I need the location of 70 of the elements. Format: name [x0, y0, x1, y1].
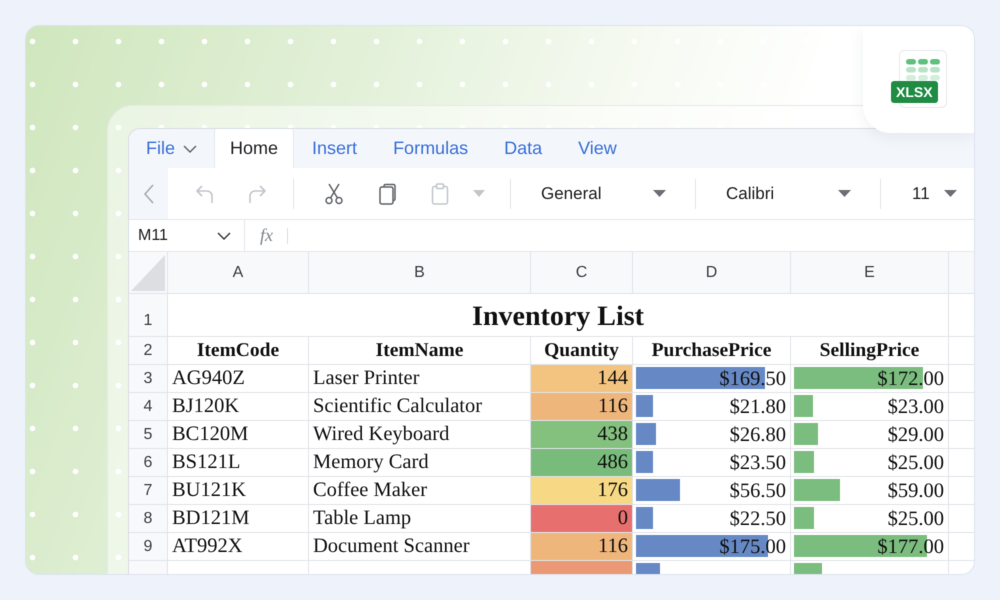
- table-cell: BC120M: [168, 421, 309, 449]
- ribbon-tab[interactable]: Formulas: [375, 129, 486, 168]
- ribbon-tab[interactable]: Insert: [294, 129, 376, 168]
- corner-triangle-icon[interactable]: [131, 255, 165, 291]
- dropdown[interactable]: 11: [881, 174, 971, 214]
- row-number[interactable]: 3: [129, 365, 168, 393]
- table-cell: BS121L: [168, 449, 309, 477]
- column-title: ItemName: [309, 337, 531, 365]
- chevron-down-icon[interactable]: [217, 232, 231, 240]
- column-header[interactable]: D: [633, 252, 791, 294]
- table-cell: 144: [531, 365, 633, 393]
- table-cell: BJ120K: [168, 393, 309, 421]
- row-number[interactable]: 7: [129, 477, 168, 505]
- ribbon-tab[interactable]: Home: [214, 129, 294, 168]
- table-cell: Document Scanner: [309, 533, 531, 561]
- column-header[interactable]: A: [168, 252, 309, 294]
- price-value: $26.80: [730, 422, 786, 448]
- price-value: $21.80: [730, 394, 786, 420]
- column-title: SellingPrice: [791, 337, 949, 365]
- row-number[interactable]: 9: [129, 533, 168, 561]
- sheet-title: Inventory List: [472, 300, 644, 334]
- table-cell: Laser Printer: [309, 365, 531, 393]
- caret-down-icon[interactable]: [838, 190, 851, 197]
- price-value: $23.50: [730, 450, 786, 476]
- price-value: $25.00: [888, 450, 944, 476]
- row-number[interactable]: 5: [129, 421, 168, 449]
- chevron-down-icon[interactable]: [183, 144, 198, 152]
- file-type-label: XLSX: [891, 81, 938, 103]
- table-cell: Memory Card: [309, 449, 531, 477]
- price-value: $59.00: [888, 478, 944, 504]
- table-cell: 438: [531, 421, 633, 449]
- chevron-left-icon[interactable]: [144, 184, 154, 204]
- name-box[interactable]: M11: [129, 220, 245, 251]
- table-cell: 486: [531, 449, 633, 477]
- table-cell: Wired Keyboard: [309, 421, 531, 449]
- column-header[interactable]: B: [309, 252, 531, 294]
- row-number[interactable]: 4: [129, 393, 168, 421]
- row-number[interactable]: 6: [129, 449, 168, 477]
- column-header[interactable]: E: [791, 252, 949, 294]
- price-value: $29.00: [888, 422, 944, 448]
- table-cell: 176: [531, 477, 633, 505]
- table-cell: 116: [531, 533, 633, 561]
- table-cell: 116: [531, 393, 633, 421]
- table-cell: BU121K: [168, 477, 309, 505]
- table-cell: AT992X: [168, 533, 309, 561]
- column-header[interactable]: C: [531, 252, 633, 294]
- column-title: ItemCode: [168, 337, 309, 365]
- table-cell: 0: [531, 505, 633, 533]
- price-value: $25.00: [888, 506, 944, 532]
- file-menu[interactable]: File: [129, 129, 214, 168]
- row-number[interactable]: 8: [129, 505, 168, 533]
- scissors-icon[interactable]: [323, 182, 345, 204]
- table-cell: Coffee Maker: [309, 477, 531, 505]
- table-cell: Table Lamp: [309, 505, 531, 533]
- row-number[interactable]: 2: [129, 337, 168, 365]
- dropdown[interactable]: Calibri: [696, 174, 866, 214]
- table-cell: BD121M: [168, 505, 309, 533]
- dropdown[interactable]: General: [511, 174, 681, 214]
- price-value: $22.50: [730, 506, 786, 532]
- column-title: PurchasePrice: [633, 337, 791, 365]
- function-label: fx: [260, 224, 273, 247]
- price-value: $23.00: [888, 394, 944, 420]
- table-cell: Scientific Calculator: [309, 393, 531, 421]
- caret-down-icon[interactable]: [653, 190, 666, 197]
- ribbon-tab[interactable]: Data: [486, 129, 560, 168]
- table-cell: AG940Z: [168, 365, 309, 393]
- price-value: $56.50: [730, 478, 786, 504]
- row-number[interactable]: 1: [129, 294, 168, 337]
- caret-down-icon[interactable]: [944, 190, 957, 197]
- ribbon-tab[interactable]: View: [560, 129, 635, 168]
